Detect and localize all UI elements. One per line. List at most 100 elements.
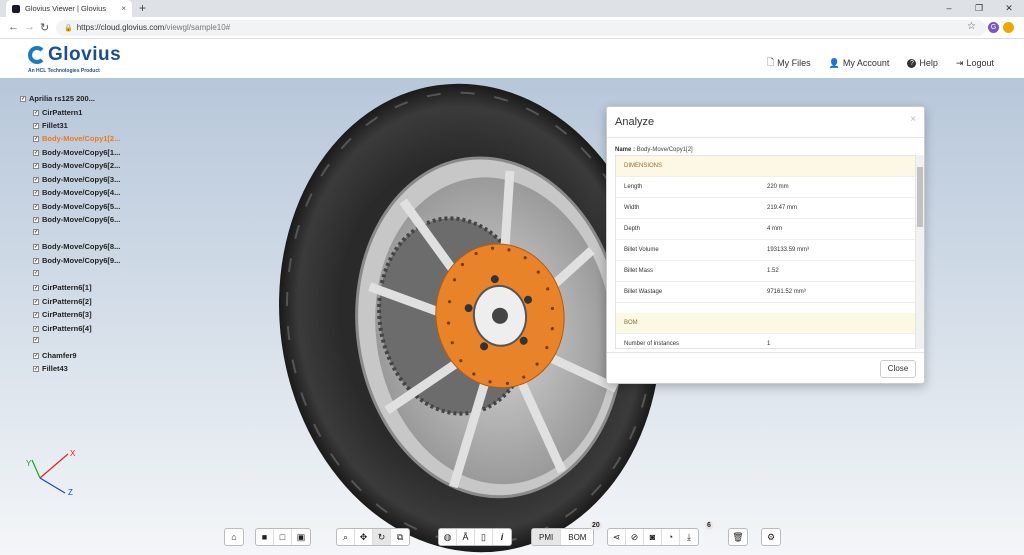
row-value: 1.52 <box>767 268 779 274</box>
extension-icon[interactable] <box>1003 22 1014 33</box>
download-icon[interactable]: ⤓ <box>680 529 698 545</box>
checkbox[interactable]: ✓ <box>33 149 39 156</box>
checkbox[interactable]: ✓ <box>33 122 39 129</box>
menu-my-account[interactable]: 👤 My Account <box>829 55 890 71</box>
checkbox[interactable]: ✓ <box>33 203 39 210</box>
shaded-cube-icon[interactable]: ▣ <box>292 529 310 545</box>
checkbox[interactable]: ✓ <box>33 284 39 291</box>
restore-button[interactable]: ❐ <box>964 0 994 17</box>
share-icon[interactable]: ⋖ <box>608 529 626 545</box>
tree-label: Body-Move/Copy1[2... <box>42 134 121 143</box>
tree-item[interactable]: ✓ Body-Move/Copy6[8... <box>33 242 120 251</box>
new-tab-button[interactable]: + <box>139 1 146 15</box>
info-icon[interactable]: i <box>493 529 511 545</box>
pmi-button[interactable]: PMI <box>532 529 562 545</box>
menu-label: Logout <box>966 58 994 68</box>
tree-item[interactable]: ✓ Body-Move/Copy6[6... <box>33 215 120 224</box>
tree-label: Chamfer9 <box>42 351 77 360</box>
tree-item[interactable]: ✓ Fillet31 <box>33 121 68 130</box>
section-icon[interactable]: ◍ <box>439 529 457 545</box>
checkbox[interactable]: ✓ <box>33 189 39 196</box>
checkbox[interactable]: ✓ <box>20 95 26 102</box>
tree-item[interactable]: ✓ Body-Move/Copy6[5... <box>33 202 120 211</box>
wireframe-cube-icon[interactable]: □ <box>274 529 292 545</box>
menu-logout[interactable]: ⇥ Logout <box>956 55 994 71</box>
tree-item[interactable]: ✓ <box>33 270 42 276</box>
tree-root[interactable]: ✓ Aprilia rs125 200... <box>20 94 95 103</box>
tree-item-selected[interactable]: ✓ Body-Move/Copy1[2... <box>33 134 120 143</box>
zoom-icon[interactable]: ⌕ <box>337 529 355 545</box>
checkbox[interactable]: ✓ <box>33 298 39 305</box>
checkbox[interactable]: ✓ <box>33 229 39 235</box>
url-field[interactable]: 🔒 https://cloud.glovius.com/viewgl/sample… <box>56 20 986 36</box>
tab-close-icon[interactable]: × <box>121 4 126 13</box>
measure-icon[interactable]: Å <box>457 529 475 545</box>
scrollbar-thumb[interactable] <box>917 167 923 227</box>
comment-icon[interactable]: ◔ <box>662 529 680 545</box>
tree-item[interactable]: ✓ Body-Move/Copy6[3... <box>33 175 120 184</box>
bom-button[interactable]: BOM <box>561 529 593 545</box>
row-key: Billet Wastage <box>624 289 663 295</box>
menu-my-files[interactable]: 🗋 My Files <box>767 55 811 71</box>
tree-label: Body-Move/Copy6[1... <box>42 148 121 157</box>
zoom-window-icon[interactable]: ⧉ <box>391 529 409 545</box>
trash-icon[interactable]: 🗑 <box>729 529 747 545</box>
tree-item[interactable]: ✓ Body-Move/Copy6[1... <box>33 148 120 157</box>
back-icon[interactable]: ← <box>8 21 19 33</box>
tree-item[interactable]: ✓ CirPattern6[3] <box>33 310 92 319</box>
checkbox[interactable]: ✓ <box>33 257 39 264</box>
browser-tab[interactable]: Glovius Viewer | Glovius × <box>6 0 132 17</box>
checkbox[interactable]: ✓ <box>33 270 39 276</box>
tree-item[interactable]: ✓ CirPattern6[4] <box>33 324 92 333</box>
tree-item[interactable]: ✓ Fillet43 <box>33 364 68 373</box>
minimize-button[interactable]: – <box>934 0 964 17</box>
link-icon[interactable]: ⊘ <box>626 529 644 545</box>
tree-label: CirPattern6[3] <box>42 310 92 319</box>
tree-label: Fillet43 <box>42 364 68 373</box>
checkbox[interactable]: ✓ <box>33 337 39 343</box>
profile-avatar[interactable]: G <box>988 22 999 33</box>
dialog-close-icon[interactable]: × <box>910 114 916 125</box>
bookmark-star-icon[interactable]: ☆ <box>967 21 976 32</box>
camera-icon[interactable]: ◙ <box>644 529 662 545</box>
checkbox[interactable]: ✓ <box>33 311 39 318</box>
window-close-button[interactable]: ✕ <box>994 0 1024 17</box>
logo-subtitle: An HCL Technologies Product <box>28 68 100 74</box>
dialog-scrollbar[interactable] <box>916 155 924 349</box>
menu-help[interactable]: ? Help <box>907 55 938 71</box>
tree-item[interactable]: ✓ Chamfer9 <box>33 351 77 360</box>
divider <box>607 352 924 353</box>
tree-item[interactable]: ✓ CirPattern6[1] <box>33 283 92 292</box>
checkbox[interactable]: ✓ <box>33 325 39 332</box>
tree-item[interactable]: ✓ Body-Move/Copy6[2... <box>33 161 120 170</box>
checkbox[interactable]: ✓ <box>33 176 39 183</box>
rotate-icon[interactable]: ↻ <box>373 529 391 545</box>
gear-icon[interactable]: ⚙ <box>762 529 780 545</box>
document-icon[interactable]: ▯ <box>475 529 493 545</box>
home-icon[interactable]: ⌂ <box>225 529 243 545</box>
row-value: 97161.52 mm³ <box>767 289 806 295</box>
tree-item[interactable]: ✓ CirPattern6[2] <box>33 297 92 306</box>
checkbox[interactable]: ✓ <box>33 243 39 250</box>
tree-item[interactable]: ✓ <box>33 229 42 235</box>
tree-item[interactable]: ✓ <box>33 337 42 343</box>
row-value: 4 mm <box>767 226 782 232</box>
checkbox[interactable]: ✓ <box>33 109 39 116</box>
tree-item[interactable]: ✓ Body-Move/Copy6[9... <box>33 256 120 265</box>
checkbox[interactable]: ✓ <box>33 216 39 223</box>
axis-triad: X Y Z <box>26 449 76 497</box>
tree-label: CirPattern6[1] <box>42 283 92 292</box>
pan-icon[interactable]: ✥ <box>355 529 373 545</box>
tree-item[interactable]: ✓ Body-Move/Copy6[4... <box>33 188 120 197</box>
solid-cube-icon[interactable]: ■ <box>256 529 274 545</box>
forward-icon[interactable]: → <box>24 21 35 33</box>
reload-icon[interactable]: ↻ <box>40 21 49 34</box>
close-button[interactable]: Close <box>880 360 916 378</box>
url-host: https://cloud.glovius.com <box>76 23 165 32</box>
axis-z-label: Z <box>68 488 73 497</box>
tree-item[interactable]: ✓ CirPattern1 <box>33 108 82 117</box>
checkbox[interactable]: ✓ <box>33 365 39 372</box>
checkbox[interactable]: ✓ <box>33 162 39 169</box>
checkbox[interactable]: ✓ <box>33 352 39 359</box>
checkbox[interactable]: ✓ <box>33 135 39 142</box>
